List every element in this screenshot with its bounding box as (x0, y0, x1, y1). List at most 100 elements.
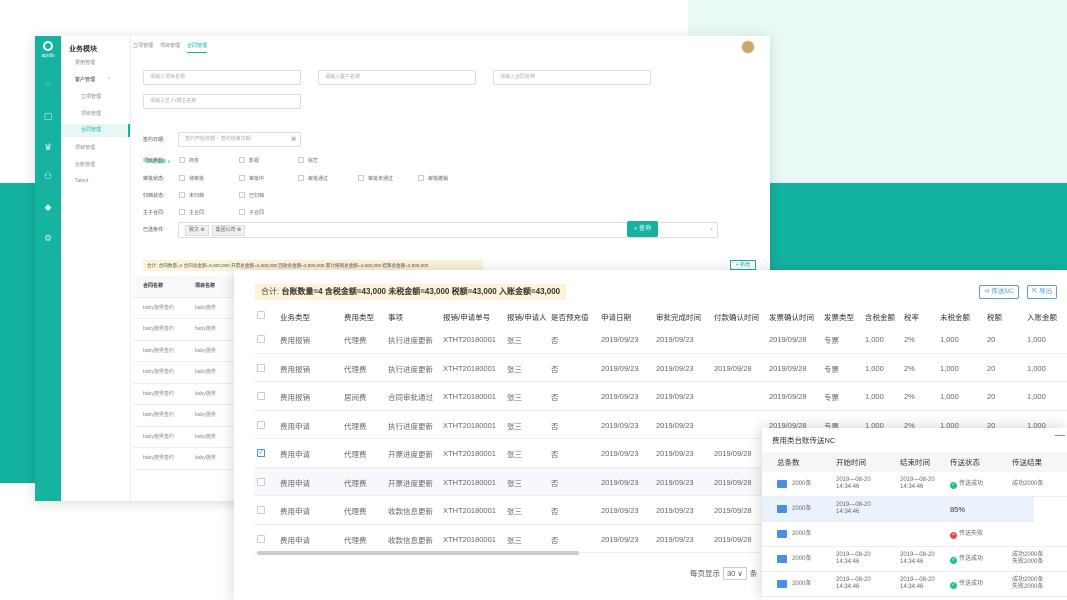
archive-option[interactable]: 已归档 (239, 192, 264, 199)
lock-icon[interactable]: ▢ (43, 111, 53, 121)
column-header: 项目名称 (195, 283, 216, 289)
selected-label: 已选条件: (143, 227, 165, 233)
row-checkbox[interactable] (257, 534, 265, 543)
row-checkbox[interactable] (257, 477, 265, 486)
table-row[interactable]: 费用报销 居间费 合同审批通过 XTHT20180001 张三 否 2019/09/23 20… (254, 382, 1067, 411)
date-range-input[interactable]: 签约开始日期 ~ 签约结束日期 ▦ (178, 132, 301, 147)
table-cell: 合同审批通过 (388, 393, 433, 402)
tab-contract[interactable]: 合同管理 (187, 42, 208, 53)
audit-option[interactable]: 审批通过 (298, 175, 328, 182)
project-name-input[interactable]: 请输入项目名称 (143, 70, 301, 85)
menu-item-contract[interactable]: 合同管理 (61, 124, 130, 137)
audit-option[interactable]: 审批未通过 (358, 175, 393, 182)
row-status: ✓ 传送成功 (950, 581, 984, 589)
horizontal-scrollbar[interactable] (257, 551, 579, 555)
table-cell: 张三 (507, 364, 522, 374)
type-option[interactable]: 综艺 (298, 157, 318, 164)
transfer-nc-button[interactable]: ⊲ 传送NC (979, 285, 1019, 299)
close-icon[interactable]: ⊗ (200, 227, 204, 233)
tab-project[interactable]: 项目管理 (160, 42, 180, 52)
select-all-checkbox[interactable] (257, 311, 265, 319)
column-header: 发票类型 (824, 313, 854, 322)
row-checkbox[interactable] (257, 335, 265, 343)
table-cell: baby施男 (195, 412, 216, 418)
table-cell: XTHT20180001 (443, 335, 496, 344)
customer-name-input[interactable]: 请输入客户名称 (318, 70, 476, 85)
table-cell: XTHT20180001 (443, 449, 496, 458)
export-button[interactable]: ⇱ 导出 (1027, 285, 1058, 299)
archive-option[interactable]: 未归档 (179, 192, 204, 199)
row-checkbox[interactable]: ✓ (257, 449, 265, 457)
success-icon: ✓ (950, 557, 957, 564)
row-checkbox[interactable] (257, 392, 265, 400)
table-cell: XTHT20180001 (443, 392, 496, 401)
menu-item-project-sub[interactable]: 项目管理 (81, 110, 101, 117)
sub-option[interactable]: 主合同 (179, 209, 204, 216)
row-time: 2019—08-20 14:34:46 (836, 502, 871, 515)
pager-prefix: 每页显示 (690, 569, 720, 578)
table-cell: 1,000 (865, 335, 884, 344)
row-count: 2000条 (792, 581, 812, 587)
filter-area: 请输入项目名称 请输入客户名称 请输入合同名称 请输入艺人/博主名称 高级搜索 … (133, 60, 765, 270)
contract-name-input[interactable]: 请输入合同名称 (493, 70, 651, 85)
column-header: 税率 (904, 313, 919, 322)
table-cell: 2019/09/23 (656, 335, 694, 344)
transfer-row[interactable]: 2000条 2019—08-20 14:34:46 85% (762, 497, 1034, 522)
crown-icon[interactable]: ♛ (43, 142, 53, 152)
summary-item: 未税金额=43,000 (388, 287, 450, 296)
menu-item-ledger[interactable]: 台账管理 (75, 161, 95, 168)
transfer-row[interactable]: 2000条 2019—08-20 14:34:46 2019—08-20 14:34:4… (762, 572, 1067, 597)
table-cell: 2019/09/23 (656, 363, 694, 373)
transfer-row[interactable]: 2000条 2019—08-20 14:34:46 2019—08-20 14:34:4… (762, 472, 1067, 497)
transfer-row[interactable]: 2000条 × 传送失败 (762, 522, 1067, 547)
row-result: 成功2000条 (1012, 481, 1044, 487)
sub-option[interactable]: 子合同 (239, 209, 264, 216)
table-cell: 2019/09/23 (601, 534, 639, 544)
page-size-select[interactable]: 30 ∨ (723, 567, 747, 580)
transfer-row[interactable]: 2000条 2019—08-20 14:34:46 2019—08-20 14:34:4… (762, 547, 1067, 572)
audit-option[interactable]: 待审批 (179, 175, 204, 182)
table-cell: 否 (551, 507, 559, 516)
table-row[interactable]: 费用报销 代理费 执行进度更新 XTHT20180001 张三 否 2019/09/23 20… (254, 325, 1067, 354)
close-icon[interactable]: ⊗ (237, 227, 241, 233)
artist-name-input[interactable]: 请输入艺人/博主名称 (143, 94, 301, 109)
side-menu: 业务模块 费用管理 客户管理 ⌃ 立项管理 项目管理 合同管理 项目管理 台账管理… (61, 36, 131, 501)
table-cell: baby施男签约 (143, 369, 174, 375)
audit-option[interactable]: 审批撤销 (418, 175, 448, 182)
row-checkbox[interactable] (257, 420, 265, 429)
menu-item-talent[interactable]: Talent (75, 178, 88, 184)
menu-item-project[interactable]: 项目管理 (75, 144, 95, 151)
add-button[interactable]: + 新增 (730, 260, 756, 270)
settings-icon[interactable]: ⚙ (43, 233, 53, 243)
avatar[interactable] (741, 40, 755, 54)
filter-chip[interactable]: 致文 ⊗ (185, 225, 209, 236)
column-header: 开始时间 (836, 458, 866, 467)
row-checkbox[interactable] (257, 363, 265, 372)
menu-item-expense[interactable]: 费用管理 (75, 59, 95, 66)
column-header: 发票确认时间 (769, 313, 814, 322)
table-row[interactable]: 费用报销 代理费 执行进度更新 XTHT20180001 张三 否 2019/09/23 20… (254, 354, 1067, 382)
search-button[interactable]: ⌕ 查询 (627, 221, 658, 237)
type-option[interactable]: 商务 (179, 157, 199, 164)
table-cell: 20 (987, 392, 996, 401)
layers-icon[interactable]: ◆ (43, 202, 53, 212)
audit-option[interactable]: 审批中 (239, 175, 264, 182)
table-cell: 20 (987, 363, 996, 373)
table-cell: 2019/09/23 (601, 335, 639, 344)
column-header: 未税金额 (940, 313, 970, 322)
sub-option-label: 子合同 (249, 210, 265, 216)
users-icon[interactable]: ⚇ (43, 171, 53, 181)
table-cell: 执行进度更新 (388, 364, 433, 374)
type-option[interactable]: 影视 (239, 157, 259, 164)
row-status: × 传送失败 (950, 531, 983, 539)
filter-chip[interactable]: 集团公司 ⊗ (211, 225, 246, 236)
column-header: 报销/申请人 (507, 313, 547, 322)
row-checkbox[interactable] (257, 506, 265, 514)
minimize-icon[interactable]: — (1055, 430, 1065, 441)
menu-item-initiation[interactable]: 立项管理 (81, 93, 101, 100)
success-icon: ✓ (950, 582, 957, 589)
clear-icon[interactable]: × (710, 224, 713, 237)
tab-initiation[interactable]: 立项管理 (133, 42, 153, 52)
menu-item-customer[interactable]: 客户管理 ⌃ (75, 76, 111, 83)
chat-icon[interactable]: ◌ (43, 79, 53, 89)
